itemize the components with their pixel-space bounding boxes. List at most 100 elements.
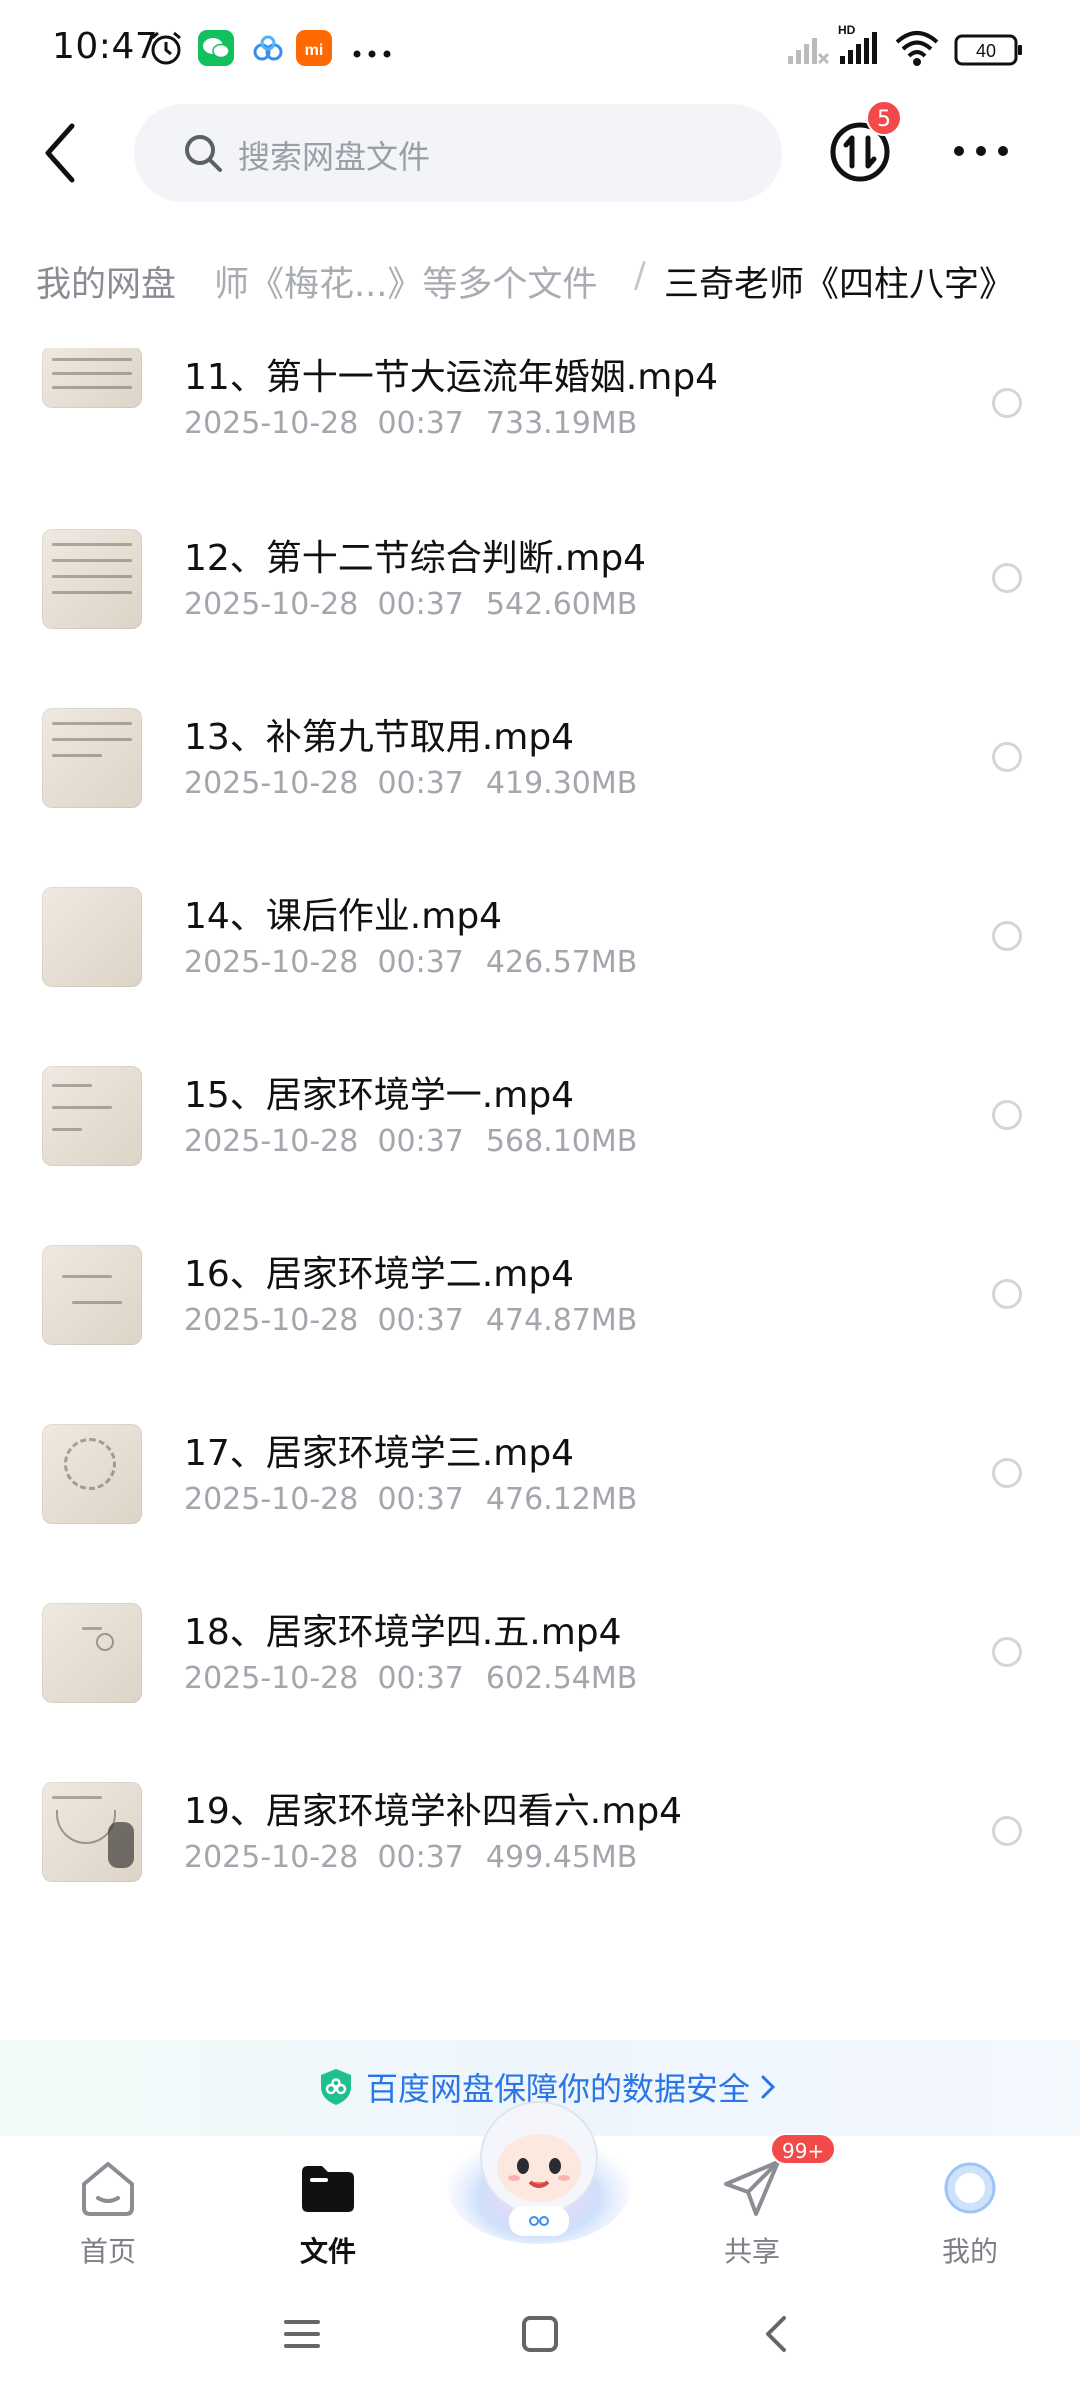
back-button[interactable] (34, 118, 88, 188)
transfer-badge: 5 (866, 100, 902, 136)
file-meta: 2025-10-28 00:37 602.54MB (184, 1661, 637, 1696)
wifi-icon (894, 30, 940, 72)
file-date: 2025-10-28 (184, 587, 359, 622)
select-checkbox[interactable] (992, 388, 1022, 418)
file-meta: 2025-10-28 00:37 499.45MB (184, 1840, 637, 1875)
more-icon (954, 146, 1008, 156)
file-size: 474.87MB (485, 1303, 638, 1338)
more-notifications-icon (352, 44, 392, 63)
nav-home-label: 首页 (79, 2235, 136, 2268)
select-checkbox[interactable] (992, 921, 1022, 951)
file-name: 13、补第九节取用.mp4 (184, 717, 575, 758)
nav-share[interactable]: 共享 (692, 2150, 812, 2270)
svg-text:40: 40 (976, 41, 996, 61)
select-checkbox[interactable] (992, 742, 1022, 772)
file-date: 2025-10-28 (184, 1124, 359, 1159)
file-date: 2025-10-28 (184, 766, 359, 801)
folder-icon (302, 2166, 354, 2212)
chevron-right-icon (761, 2075, 776, 2099)
recent-apps-button[interactable] (282, 2314, 322, 2358)
mi-icon: mi (294, 28, 334, 72)
list-item[interactable]: 16、居家环境学二.mp4 2025-10-28 00:37 474.87MB (0, 1245, 1080, 1424)
file-date: 2025-10-28 (184, 1303, 359, 1338)
select-checkbox[interactable] (992, 1279, 1022, 1309)
system-navigation-bar (0, 2276, 1080, 2400)
nav-me-label: 我的 (941, 2235, 998, 2268)
video-thumbnail (42, 1245, 142, 1345)
file-time: 00:37 (377, 1661, 464, 1696)
baidu-netdisk-icon (248, 28, 288, 72)
mascot-icon (447, 2101, 631, 2244)
select-checkbox[interactable] (992, 1100, 1022, 1130)
shield-icon (321, 2069, 351, 2105)
alarm-icon (146, 28, 186, 72)
nav-files[interactable]: 文件 (268, 2150, 388, 2270)
status-time: 10:47 (52, 26, 159, 67)
breadcrumb-separator: / (634, 256, 646, 296)
system-back-button[interactable] (756, 2314, 796, 2358)
file-date: 2025-10-28 (184, 406, 359, 441)
file-meta: 2025-10-28 00:37 733.19MB (184, 406, 637, 441)
more-options-button[interactable] (950, 136, 1012, 166)
video-thumbnail (42, 708, 142, 808)
nav-me[interactable]: 我的 (910, 2150, 1030, 2270)
select-checkbox[interactable] (992, 1458, 1022, 1488)
video-thumbnail (42, 348, 142, 408)
file-size: 542.60MB (485, 587, 638, 622)
file-name: 15、居家环境学一.mp4 (184, 1075, 575, 1116)
home-button[interactable] (520, 2314, 560, 2358)
breadcrumb-parent[interactable]: 师《梅花...》等多个文件 (214, 256, 597, 307)
select-checkbox[interactable] (992, 1637, 1022, 1667)
nav-home[interactable]: 首页 (48, 2150, 168, 2270)
select-checkbox[interactable] (992, 563, 1022, 593)
file-time: 00:37 (377, 406, 464, 441)
share-badge: 99+ (770, 2133, 837, 2165)
video-thumbnail (42, 1782, 142, 1882)
search-input[interactable]: 搜索网盘文件 (134, 104, 782, 202)
list-item[interactable]: 13、补第九节取用.mp4 2025-10-28 00:37 419.30MB (0, 708, 1080, 887)
file-size: 476.12MB (485, 1482, 638, 1517)
chevron-left-icon (45, 123, 75, 183)
signal-sim1-icon: HD (836, 22, 880, 72)
file-time: 00:37 (377, 1124, 464, 1159)
list-item[interactable]: 11、第十一节大运流年婚姻.mp4 2025-10-28 00:37 733.19… (0, 348, 1080, 529)
list-item[interactable]: 19、居家环境学补四看六.mp4 2025-10-28 00:37 499.45M… (0, 1782, 1080, 1961)
file-list: 11、第十一节大运流年婚姻.mp4 2025-10-28 00:37 733.19… (0, 348, 1080, 2008)
signal-sim2-icon (786, 28, 830, 72)
file-meta: 2025-10-28 00:37 568.10MB (184, 1124, 637, 1159)
svg-text:HD: HD (838, 23, 856, 37)
file-time: 00:37 (377, 1840, 464, 1875)
file-name: 14、课后作业.mp4 (184, 896, 503, 937)
file-time: 00:37 (377, 766, 464, 801)
breadcrumb-root[interactable]: 我的网盘 (20, 256, 193, 307)
select-checkbox[interactable] (992, 1816, 1022, 1846)
search-icon (182, 132, 224, 178)
video-thumbnail (42, 1424, 142, 1524)
paper-plane-icon (724, 2160, 780, 2216)
file-meta: 2025-10-28 00:37 474.87MB (184, 1303, 637, 1338)
file-time: 00:37 (377, 1303, 464, 1338)
status-bar: 10:47 mi HD 40 (0, 0, 1080, 96)
file-name: 19、居家环境学补四看六.mp4 (184, 1791, 683, 1832)
breadcrumb-current: 三奇老师《四柱八字》 (664, 265, 1015, 305)
file-name: 17、居家环境学三.mp4 (184, 1433, 575, 1474)
file-time: 00:37 (377, 945, 464, 980)
nav-files-label: 文件 (299, 2235, 356, 2268)
file-size: 602.54MB (485, 1661, 638, 1696)
nav-share-label: 共享 (723, 2235, 780, 2268)
file-meta: 2025-10-28 00:37 476.12MB (184, 1482, 637, 1517)
file-time: 00:37 (377, 587, 464, 622)
list-item[interactable]: 18、居家环境学四.五.mp4 2025-10-28 00:37 602.54MB (0, 1603, 1080, 1782)
file-size: 568.10MB (485, 1124, 638, 1159)
list-item[interactable]: 17、居家环境学三.mp4 2025-10-28 00:37 476.12MB (0, 1424, 1080, 1603)
list-item[interactable]: 15、居家环境学一.mp4 2025-10-28 00:37 568.10MB (0, 1066, 1080, 1245)
ai-assistant-mascot[interactable] (444, 2086, 634, 2246)
battery-icon: 40 (954, 32, 1024, 72)
file-date: 2025-10-28 (184, 1482, 359, 1517)
file-date: 2025-10-28 (184, 1661, 359, 1696)
list-item[interactable]: 14、课后作业.mp4 2025-10-28 00:37 426.57MB (0, 887, 1080, 1066)
file-meta: 2025-10-28 00:37 426.57MB (184, 945, 637, 980)
list-item[interactable]: 12、第十二节综合判断.mp4 2025-10-28 00:37 542.60MB (0, 529, 1080, 708)
video-thumbnail (42, 529, 142, 629)
file-name: 11、第十一节大运流年婚姻.mp4 (184, 357, 719, 398)
